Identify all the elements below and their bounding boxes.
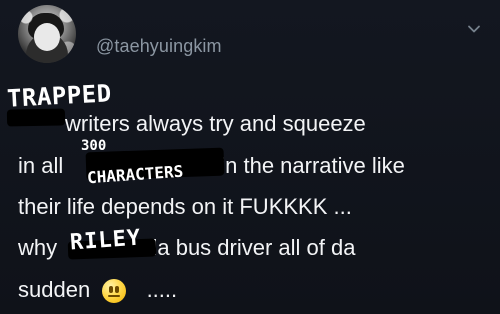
tweet-text-line-5-suffix: ..... bbox=[146, 277, 178, 302]
tweet-line-3: their life depends on it FUKKKK ... bbox=[18, 196, 352, 218]
handwritten-number: 300 bbox=[81, 138, 107, 154]
handwritten-riley: RILEY bbox=[69, 225, 142, 256]
user-handle[interactable]: @taehyuingkim bbox=[96, 36, 222, 57]
avatar-image bbox=[18, 5, 76, 63]
tweet-text-line-3: their life depends on it FUKKKK ... bbox=[18, 194, 352, 219]
tweet-text-line-5: sudden bbox=[18, 277, 91, 302]
handwritten-trapped: TRAPPED bbox=[6, 79, 113, 113]
handwritten-characters: CHARACTERS bbox=[86, 161, 184, 188]
tweet-text-line-2-suffix: in the narrative like bbox=[220, 153, 405, 178]
tweet-text-line-1: writers always try and squeeze bbox=[65, 111, 366, 136]
chevron-down-icon[interactable] bbox=[466, 21, 482, 37]
tweet-line-1: writers always try and squeeze bbox=[18, 113, 366, 135]
neutral-face-icon bbox=[102, 279, 127, 304]
tweet-line-5: sudden ..... bbox=[18, 277, 178, 304]
tweet-text-line-2-prefix: in all bbox=[18, 153, 64, 178]
tweet-card: @taehyuingkim writers always try and squ… bbox=[0, 0, 500, 314]
avatar[interactable] bbox=[18, 5, 76, 63]
tweet-text-line-4-prefix: why bbox=[18, 235, 58, 260]
tweet-text-line-4-suffix: da bus driver all of da bbox=[145, 235, 356, 260]
